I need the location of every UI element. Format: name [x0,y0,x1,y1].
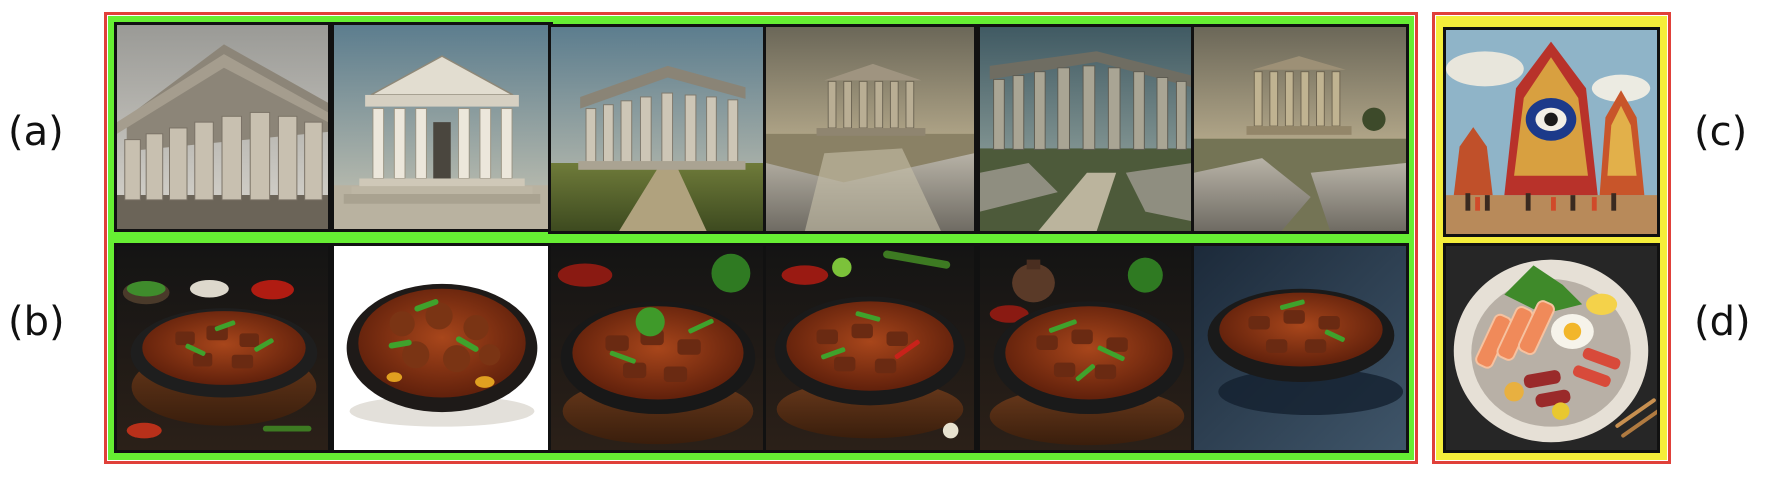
curry-image-2 [331,243,553,453]
label-c: (c) [1694,109,1748,155]
curry-image-3 [548,243,766,453]
label-d: (d) [1694,299,1751,345]
temple-image-1 [114,22,331,232]
label-a: (a) [8,109,64,155]
curry-image-6 [1191,243,1409,453]
label-b: (b) [8,299,65,345]
temple-image-4 [763,24,977,234]
temple-image-5 [977,24,1195,234]
indian-temple-image [1443,27,1660,237]
temple-image-3 [548,24,766,234]
figure-root: { "labels": { "a": "(a)", "b": "(b)", "c… [0,0,1766,481]
temple-image-2 [331,22,553,232]
sashimi-bowl-image [1443,243,1660,453]
temple-image-6 [1191,24,1409,234]
curry-image-1 [114,243,331,453]
curry-image-4 [763,243,977,453]
curry-image-5 [977,243,1195,453]
